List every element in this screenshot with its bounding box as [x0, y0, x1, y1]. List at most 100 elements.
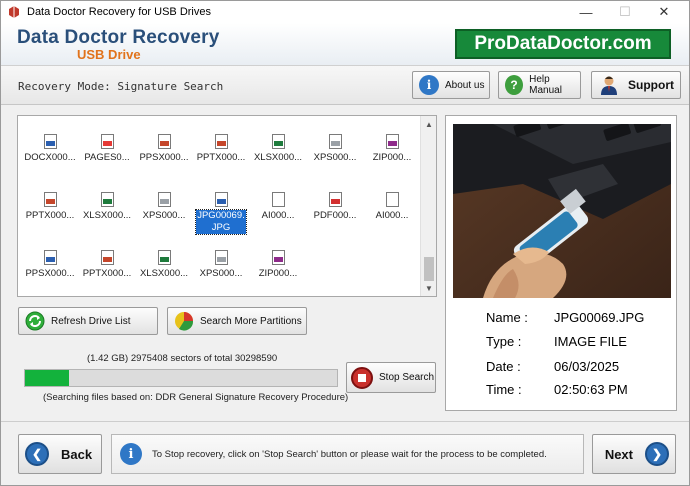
brand-title: Data Doctor Recovery [17, 27, 220, 48]
support-person-icon [601, 76, 617, 95]
search-more-partitions-button[interactable]: Search More Partitions [167, 307, 307, 335]
file-name-label: DOCX000... [24, 152, 76, 163]
preview-image [453, 124, 671, 298]
preview-name-row: Name : JPG00069.JPG [486, 310, 644, 325]
info-icon: i [419, 75, 439, 95]
file-item-ai[interactable]: AI000... [250, 192, 306, 222]
about-us-label: About us [445, 79, 485, 91]
file-name-label: ZIP000... [258, 268, 298, 279]
recovery-mode-label: Recovery Mode: Signature Search [18, 80, 224, 93]
file-item-pages[interactable]: PAGES0... [79, 134, 135, 164]
help-manual-label: Help Manual [529, 74, 562, 96]
progress-fill [25, 370, 69, 386]
back-button[interactable]: ❮ Back [18, 434, 102, 474]
preview-time-row: Time : 02:50:63 PM [486, 382, 628, 397]
type-key: Type : [486, 334, 522, 349]
ai-file-icon [271, 192, 285, 207]
time-key: Time : [486, 382, 522, 397]
file-item-pptx[interactable]: PPTX000... [22, 192, 78, 222]
xlsx-file-icon [100, 192, 114, 207]
next-button[interactable]: Next ❯ [592, 434, 676, 474]
file-item-ppsx[interactable]: PPSX000... [136, 134, 192, 164]
pptx-file-icon [100, 250, 114, 265]
file-name-label: AI000... [261, 210, 295, 221]
back-label: Back [61, 446, 93, 462]
window-title: Data Doctor Recovery for USB Drives [27, 6, 211, 18]
zip-file-icon [385, 134, 399, 149]
about-us-button[interactable]: i About us [412, 71, 490, 99]
help-manual-button[interactable]: ? Help Manual [498, 71, 581, 99]
title-bar: Data Doctor Recovery for USB Drives — ☐ … [1, 1, 689, 23]
preview-type-row: Type : IMAGE FILE [486, 334, 627, 349]
file-name-label: XPS000... [199, 268, 243, 279]
scroll-up-arrow-icon[interactable]: ▲ [421, 116, 436, 132]
scrollbar-thumb[interactable] [424, 257, 434, 281]
file-name-label: XPS000... [313, 152, 357, 163]
question-icon: ? [505, 75, 524, 95]
file-item-pdf[interactable]: PDF000... [307, 192, 363, 222]
search-more-partitions-label: Search More Partitions [200, 315, 302, 327]
xlsx-file-icon [157, 250, 171, 265]
file-item-ppsx[interactable]: PPSX000... [22, 250, 78, 280]
file-name-label: PPTX000... [196, 152, 246, 163]
file-name-label: XLSX000... [82, 210, 132, 221]
file-name-label: PAGES0... [84, 152, 130, 163]
file-name-label: PDF000... [313, 210, 357, 221]
support-button[interactable]: Support [591, 71, 681, 99]
file-item-xlsx[interactable]: XLSX000... [250, 134, 306, 164]
scroll-down-arrow-icon[interactable]: ▼ [421, 280, 436, 296]
search-procedure-note: (Searching files based on: DDR General S… [43, 392, 349, 403]
refresh-drive-list-label: Refresh Drive List [51, 315, 131, 327]
app-header: Data Doctor Recovery USB Drive ProDataDo… [1, 23, 689, 65]
maximize-button[interactable]: ☐ [608, 1, 642, 23]
file-name-label: PPSX000... [25, 268, 75, 279]
file-item-xlsx[interactable]: XLSX000... [136, 250, 192, 280]
refresh-drive-list-button[interactable]: Refresh Drive List [18, 307, 158, 335]
ppsx-file-icon [157, 134, 171, 149]
xps-file-icon [328, 134, 342, 149]
footer-bar: ❮ Back i To Stop recovery, click on 'Sto… [1, 421, 689, 485]
file-item-pptx[interactable]: PPTX000... [79, 250, 135, 280]
time-value: 02:50:63 PM [554, 382, 628, 397]
stop-search-button[interactable]: Stop Search [346, 362, 436, 393]
website-badge[interactable]: ProDataDoctor.com [455, 29, 671, 59]
file-item-ai[interactable]: AI000... [364, 192, 420, 222]
date-key: Date : [486, 359, 521, 374]
file-name-label: PPTX000... [82, 268, 132, 279]
file-item-jpg[interactable]: JPG00069. JPG [193, 192, 249, 235]
usb-drive-photo [453, 124, 671, 298]
file-name-label: PPTX000... [25, 210, 75, 221]
file-item-xps[interactable]: XPS000... [136, 192, 192, 222]
file-item-xlsx[interactable]: XLSX000... [79, 192, 135, 222]
xlsx-file-icon [271, 134, 285, 149]
file-item-zip[interactable]: ZIP000... [364, 134, 420, 164]
status-message: To Stop recovery, click on 'Stop Search'… [152, 448, 547, 460]
minimize-button[interactable]: — [569, 1, 603, 23]
close-button[interactable]: ✕ [647, 1, 681, 23]
ppsx-file-icon [43, 250, 57, 265]
file-preview-panel: Name : JPG00069.JPG Type : IMAGE FILE Da… [445, 115, 677, 411]
vertical-scrollbar[interactable]: ▲ ▼ [420, 116, 436, 296]
file-item-xps[interactable]: XPS000... [307, 134, 363, 164]
file-item-zip[interactable]: ZIP000... [250, 250, 306, 280]
next-arrow-icon: ❯ [645, 442, 669, 466]
app-icon [9, 6, 19, 18]
file-item-docx[interactable]: DOCX000... [22, 134, 78, 164]
mode-bar: Recovery Mode: Signature Search i About … [1, 65, 689, 105]
file-item-pptx[interactable]: PPTX000... [193, 134, 249, 164]
file-item-xps[interactable]: XPS000... [193, 250, 249, 280]
file-name-label: XPS000... [142, 210, 186, 221]
pages-file-icon [100, 134, 114, 149]
pptx-file-icon [214, 134, 228, 149]
recovered-files-list[interactable]: DOCX000... PAGES0... PPSX000... PPTX000... X… [17, 115, 437, 297]
brand-subtitle: USB Drive [77, 47, 141, 62]
xps-file-icon [157, 192, 171, 207]
file-name-label: ZIP000... [372, 152, 412, 163]
name-key: Name : [486, 310, 528, 325]
name-value: JPG00069.JPG [554, 310, 645, 325]
info-icon: i [120, 443, 142, 465]
jpg-file-icon [214, 192, 228, 207]
refresh-icon [25, 311, 45, 331]
type-value: IMAGE FILE [554, 334, 627, 349]
stop-icon [351, 366, 373, 389]
